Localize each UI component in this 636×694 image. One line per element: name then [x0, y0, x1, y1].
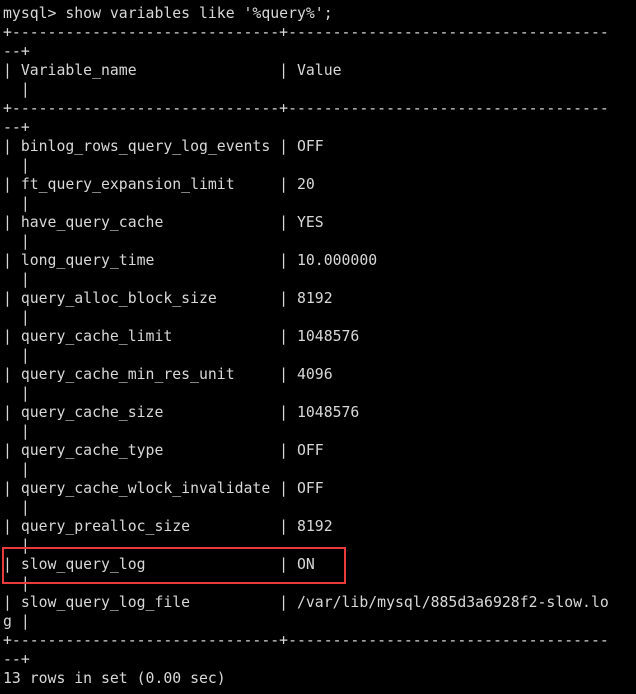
table-row: | query_cache_type | OFF [3, 442, 324, 459]
table-row-wrap: | [3, 537, 30, 554]
table-row: | query_cache_limit | 1048576 [3, 328, 360, 345]
table-row-wrap: | [3, 157, 30, 174]
table-border-header: +------------------------------+--------… [3, 100, 609, 117]
table-row-wrap: g | [3, 613, 30, 630]
table-row: | query_prealloc_size | 8192 [3, 518, 333, 535]
table-row-wrap: | [3, 309, 30, 326]
table-row: | slow_query_log_file | /var/lib/mysql/8… [3, 594, 609, 611]
table-border-top: +------------------------------+--------… [3, 24, 609, 41]
terminal-output[interactable]: mysql> show variables like '%query%'; +--… [3, 4, 633, 688]
table-row-wrap: | [3, 499, 30, 516]
table-border-top-wrap: --+ [3, 43, 30, 60]
table-row-wrap: | [3, 575, 30, 592]
table-row-wrap: | [3, 233, 30, 250]
table-row: | long_query_time | 10.000000 [3, 252, 378, 269]
table-row-wrap: | [3, 195, 30, 212]
table-row-slow-query-log: | slow_query_log | ON [3, 556, 315, 573]
table-row-wrap: | [3, 347, 30, 364]
table-row-wrap: | [3, 423, 30, 440]
table-border-bottom: +------------------------------+--------… [3, 632, 609, 649]
table-row: | ft_query_expansion_limit | 20 [3, 176, 315, 193]
table-row: | have_query_cache | YES [3, 214, 324, 231]
table-row-wrap: | [3, 271, 30, 288]
command-line: mysql> show variables like '%query%'; [3, 5, 333, 22]
table-header-row-wrap: | [3, 81, 30, 98]
table-row: | binlog_rows_query_log_events | OFF [3, 138, 324, 155]
table-header-row: | Variable_name | Value [3, 62, 342, 79]
table-row: | query_cache_wlock_invalidate | OFF [3, 480, 324, 497]
table-border-bottom-wrap: --+ [3, 651, 30, 668]
table-row: | query_cache_size | 1048576 [3, 404, 360, 421]
table-row-wrap: | [3, 385, 30, 402]
table-row: | query_alloc_block_size | 8192 [3, 290, 333, 307]
result-summary: 13 rows in set (0.00 sec) [3, 670, 226, 687]
table-row-wrap: | [3, 461, 30, 478]
table-row: | query_cache_min_res_unit | 4096 [3, 366, 333, 383]
table-border-header-wrap: --+ [3, 119, 30, 136]
